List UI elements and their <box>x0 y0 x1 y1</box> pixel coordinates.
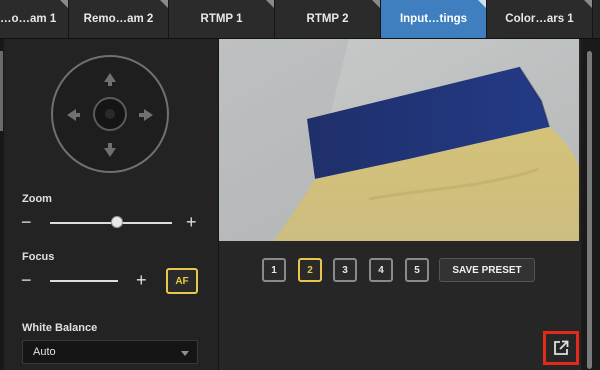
preview-panel: 1 2 3 4 5 SAVE PRESET <box>219 39 581 370</box>
zoom-out-button[interactable]: − <box>21 213 32 231</box>
camera-control-panel: Zoom − + Focus − + AF White Balance Auto <box>4 39 219 370</box>
pan-up-arrow-icon[interactable] <box>104 73 116 86</box>
autofocus-button[interactable]: AF <box>166 268 198 294</box>
zoom-label: Zoom <box>22 193 52 205</box>
pan-right-arrow-icon[interactable] <box>139 109 153 121</box>
open-external-icon <box>554 340 569 355</box>
tab-corner-indicator <box>160 0 168 8</box>
preset-3-button[interactable]: 3 <box>333 258 357 282</box>
focus-label: Focus <box>22 251 55 263</box>
ptz-center-button[interactable] <box>93 97 127 131</box>
tab-label: Remo…am 2 <box>83 13 154 25</box>
tab-remote-cam-1[interactable]: …o…am 1 <box>0 0 69 38</box>
preset-5-button[interactable]: 5 <box>405 258 429 282</box>
white-balance-label: White Balance <box>22 322 98 334</box>
tab-label: …o…am 1 <box>0 13 57 25</box>
pan-left-arrow-icon[interactable] <box>67 109 80 121</box>
right-scrollbar[interactable] <box>582 39 600 370</box>
tab-rtmp-1[interactable]: RTMP 1 <box>169 0 275 38</box>
tab-remote-cam-2[interactable]: Remo…am 2 <box>69 0 169 38</box>
open-external-button[interactable] <box>543 331 579 365</box>
tab-label: RTMP 1 <box>200 13 243 25</box>
preview-scene <box>219 39 579 241</box>
tab-label: RTMP 2 <box>306 13 349 25</box>
white-balance-value: Auto <box>33 346 56 358</box>
tab-input-settings[interactable]: Input…tings <box>381 0 487 38</box>
chevron-down-icon <box>181 351 189 356</box>
preset-2-button[interactable]: 2 <box>298 258 322 282</box>
ptz-directional-pad-icon[interactable] <box>51 55 169 173</box>
tab-corner-indicator <box>266 0 274 8</box>
focus-far-button[interactable]: + <box>136 271 147 289</box>
tab-corner-indicator <box>584 0 592 8</box>
tab-corner-indicator <box>478 0 486 8</box>
left-scrollbar-thumb[interactable] <box>0 51 3 131</box>
tab-corner-indicator <box>372 0 380 8</box>
preset-1-button[interactable]: 1 <box>262 258 286 282</box>
pan-down-arrow-icon[interactable] <box>104 143 116 157</box>
tab-rtmp-2[interactable]: RTMP 2 <box>275 0 381 38</box>
right-scrollbar-thumb[interactable] <box>587 51 592 369</box>
white-balance-select[interactable]: Auto <box>22 340 198 364</box>
camera-preview-image <box>219 39 579 241</box>
zoom-in-button[interactable]: + <box>186 213 197 231</box>
save-preset-button[interactable]: SAVE PRESET <box>439 258 535 282</box>
source-tab-bar: …o…am 1 Remo…am 2 RTMP 1 RTMP 2 Input…ti… <box>0 0 600 39</box>
tab-label: Color…ars 1 <box>505 13 574 25</box>
focus-near-button[interactable]: − <box>21 271 32 289</box>
tab-corner-indicator <box>60 0 68 8</box>
focus-slider-track[interactable] <box>50 280 118 282</box>
zoom-slider-thumb[interactable] <box>111 216 124 228</box>
tab-color-bars-1[interactable]: Color…ars 1 <box>487 0 593 38</box>
tab-label: Input…tings <box>399 13 468 25</box>
preset-4-button[interactable]: 4 <box>369 258 393 282</box>
